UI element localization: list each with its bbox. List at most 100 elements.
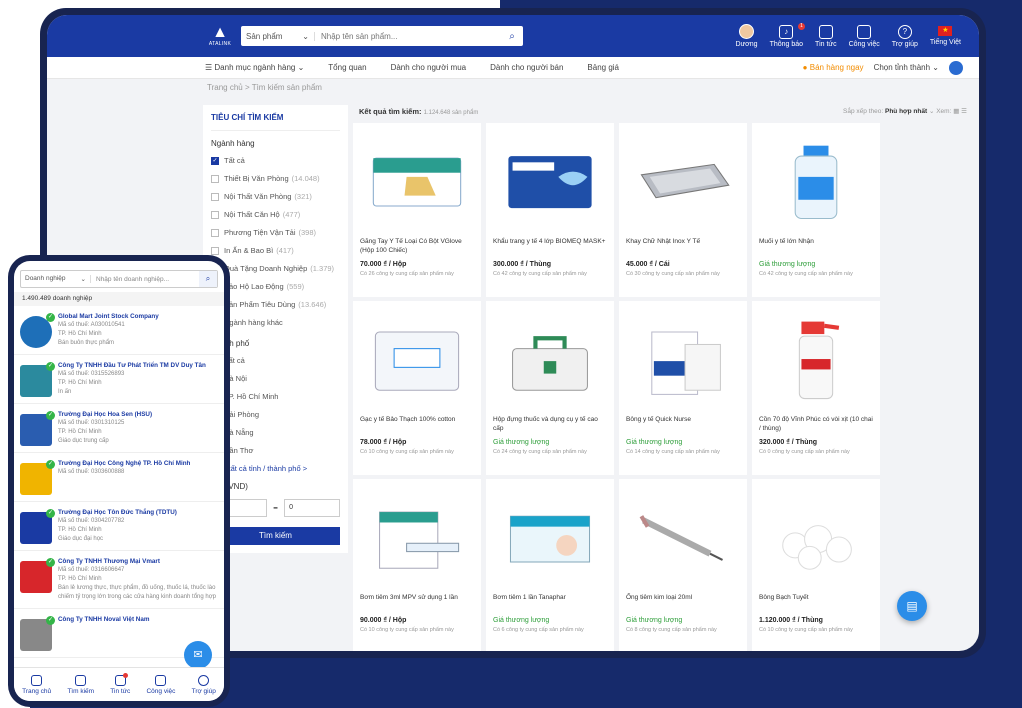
chat-fab-icon[interactable]: ✉ <box>184 641 212 669</box>
search-input[interactable] <box>315 31 501 41</box>
industry-option[interactable]: Nội Thất Văn Phòng (321) <box>211 192 340 201</box>
company-item[interactable]: ✓ Công Ty TNHH Đầu Tư Phát Triển TM DV Du… <box>14 355 224 404</box>
product-name[interactable]: Hộp đựng thuốc và dụng cụ y tế cao cấp <box>493 415 607 435</box>
product-card[interactable]: Muối y tế lớn Nhận Giá thương lượng Có 42 … <box>752 123 880 297</box>
product-card[interactable]: Cồn 70 độ Vĩnh Phúc có vòi xịt (10 chai … <box>752 301 880 475</box>
language-select[interactable]: ★ Tiếng Việt <box>930 26 961 46</box>
view-all-cities-link[interactable]: Xem tất cả tỉnh / thành phố > <box>211 464 340 473</box>
industry-option[interactable]: Quà Tặng Doanh Nghiệp (1.379) <box>211 264 340 273</box>
product-card[interactable]: Ống tiêm kim loại 20ml Giá thương lượng Có… <box>619 479 747 651</box>
nav-categories[interactable]: ☰ Danh mục ngành hàng ⌄ <box>205 63 304 72</box>
company-item[interactable]: ✓ Trường Đại Học Công Nghệ TP. Hồ Chí Min… <box>14 453 224 502</box>
product-card[interactable]: Hộp đựng thuốc và dụng cụ y tế cao cấp Gi… <box>486 301 614 475</box>
help-label: Trợ giúp <box>891 40 918 48</box>
industry-option[interactable]: Phương Tiện Vận Tải (398) <box>211 228 340 237</box>
city-option[interactable]: Hải Phòng <box>211 410 340 419</box>
product-name[interactable]: Bơm tiêm 1 lần Tanaphar <box>493 593 607 613</box>
tab-0[interactable]: Trang chủ <box>22 674 51 695</box>
product-name[interactable]: Khay Chữ Nhật Inox Y Tế <box>626 237 740 257</box>
city-select[interactable]: Chọn tỉnh thành ⌄ <box>874 63 939 72</box>
list-view-icon[interactable]: ☰ <box>961 108 967 115</box>
product-card[interactable]: Khẩu trang y tế 4 lớp BIOMEQ MASK+ 300.00… <box>486 123 614 297</box>
product-price: 90.000 ₫ / Hộp <box>360 617 407 624</box>
industry-option[interactable]: Sản Phẩm Tiêu Dùng (13.646) <box>211 300 340 309</box>
industry-option[interactable]: Nội Thất Căn Hộ (477) <box>211 210 340 219</box>
company-item[interactable]: ✓ Global Mart Joint Stock Company Mã số th… <box>14 306 224 355</box>
product-card[interactable]: Bông Bạch Tuyết 1.120.000 ₫ / Thùng Có 10 … <box>752 479 880 651</box>
industry-all[interactable]: ✓ Tất cả <box>211 156 340 165</box>
product-name[interactable]: Cồn 70 độ Vĩnh Phúc có vòi xịt (10 chai … <box>759 415 873 435</box>
tab-4[interactable]: Trợ giúp <box>192 674 216 695</box>
product-name[interactable]: Găng Tay Y Tế Loại Có Bột VGlove (Hộp 10… <box>360 237 474 257</box>
top-header: ▲ ATALINK Sản phẩm ⌄ ⌕ Dương ♪ 1 Thông báo … <box>47 15 979 57</box>
results-label: Kết quả tìm kiếm: <box>359 107 422 116</box>
globe-icon[interactable] <box>949 60 963 75</box>
city-option[interactable]: Hà Nội <box>211 374 340 383</box>
company-item[interactable]: ✓ Công Ty TNHH Thương Mại Vmart Mã số thuế… <box>14 551 224 609</box>
search-category-select[interactable]: Sản phẩm ⌄ <box>241 31 315 41</box>
product-card[interactable]: Bơm tiêm 3ml MPV sử dụng 1 lần 90.000 ₫ /… <box>353 479 481 651</box>
city-option[interactable]: Tất cả <box>211 356 340 365</box>
company-name[interactable]: Công Ty TNHH Đầu Tư Phát Triển TM DV Duy… <box>58 361 206 370</box>
product-name[interactable]: Bông Bạch Tuyết <box>759 593 873 613</box>
user-menu[interactable]: Dương <box>735 24 758 48</box>
sell-now-link[interactable]: ● Bán hàng ngay <box>803 63 864 72</box>
company-name[interactable]: Trường Đại Học Công Nghệ TP. Hồ Chí Minh <box>58 459 190 468</box>
notifications-button[interactable]: ♪ 1 Thông báo <box>770 22 806 48</box>
city-option[interactable]: TP. Hồ Chí Minh <box>211 392 340 401</box>
industry-other[interactable]: Ngành hàng khác <box>211 318 340 327</box>
cotton-balls-icon <box>759 485 873 587</box>
company-name[interactable]: Trường Đại Học Tôn Đức Thắng (TDTU) <box>58 508 177 517</box>
product-card[interactable]: Bơm tiêm 1 lần Tanaphar Giá thương lượng C… <box>486 479 614 651</box>
price-to-input[interactable]: 0 <box>284 499 340 517</box>
search-icon[interactable]: ⌕ <box>199 271 217 287</box>
product-name[interactable]: Gạc y tế Bảo Thạch 100% cotton <box>360 415 474 435</box>
city-option[interactable]: Đà Nẵng <box>211 428 340 437</box>
search-icon[interactable]: ⌕ <box>501 31 523 42</box>
industry-option[interactable]: Bảo Hộ Lao Động (559) <box>211 282 340 291</box>
tab-1[interactable]: Tìm kiếm <box>67 674 94 695</box>
sort-control[interactable]: Sắp xếp theo: Phù hợp nhất ⌄ Xem: ▦ ☰ <box>843 107 967 115</box>
nav-overview[interactable]: Tổng quan <box>328 63 366 72</box>
sort-label: Sắp xếp theo: <box>843 108 884 115</box>
search-button[interactable]: Tìm kiếm <box>211 527 340 545</box>
product-card[interactable]: Khay Chữ Nhật Inox Y Tế 45.000 ₫ / Cái Có … <box>619 123 747 297</box>
product-name[interactable]: Muối y tế lớn Nhận <box>759 237 873 257</box>
product-name[interactable]: Ống tiêm kim loại 20ml <box>626 593 740 613</box>
product-price: Giá thương lượng <box>493 617 550 624</box>
company-name[interactable]: Trường Đại Học Hoa Sen (HSU) <box>58 410 152 419</box>
product-name[interactable]: Khẩu trang y tế 4 lớp BIOMEQ MASK+ <box>493 237 607 257</box>
product-card[interactable]: Găng Tay Y Tế Loại Có Bột VGlove (Hộp 10… <box>353 123 481 297</box>
main-nav: ☰ Danh mục ngành hàng ⌄ Tổng quan Dành c… <box>47 57 979 79</box>
industry-count: (559) <box>286 282 305 291</box>
nav-sellers[interactable]: Dành cho người bán <box>490 63 563 72</box>
mobile-search-input[interactable]: Nhập tên doanh nghiệp... <box>91 276 199 283</box>
company-name[interactable]: Công Ty TNHH Thương Mại Vmart <box>58 557 218 566</box>
product-name[interactable]: Bơm tiêm 3ml MPV sử dụng 1 lần <box>360 593 474 613</box>
jobs-button[interactable]: Công việc <box>849 24 880 48</box>
company-item[interactable]: ✓ Trường Đại Học Hoa Sen (HSU) Mã số thuế:… <box>14 404 224 453</box>
industry-option[interactable]: In Ấn & Bao Bì (417) <box>211 246 340 255</box>
atalink-logo[interactable]: ▲ ATALINK <box>205 19 235 53</box>
news-button[interactable]: Tin tức <box>815 24 837 48</box>
grid-view-icon[interactable]: ▦ <box>953 108 959 115</box>
gauze-pack-icon <box>360 307 474 409</box>
news-icon <box>818 24 833 39</box>
industry-option[interactable]: Thiết Bị Văn Phòng (14.048) <box>211 174 340 183</box>
nav-buyers[interactable]: Dành cho người mua <box>391 63 467 72</box>
mobile-search-category[interactable]: Doanh nghiệp ⌄ <box>21 275 91 283</box>
tab-2[interactable]: Tin tức <box>110 672 130 695</box>
company-name[interactable]: Công Ty TNHH Noval Việt Nam <box>58 615 149 624</box>
company-info: Trường Đại Học Tôn Đức Thắng (TDTU) Mã số… <box>58 508 177 544</box>
product-name[interactable]: Bông y tế Quick Nurse <box>626 415 740 435</box>
city-option[interactable]: Cần Thơ <box>211 446 340 455</box>
help-button[interactable]: ? Trợ giúp <box>891 24 918 48</box>
tab-3[interactable]: Công việc <box>146 674 175 695</box>
product-card[interactable]: Gạc y tế Bảo Thạch 100% cotton 78.000 ₫ /… <box>353 301 481 475</box>
chat-fab-icon[interactable]: ▤ <box>897 591 927 621</box>
company-item[interactable]: ✓ Trường Đại Học Tôn Đức Thắng (TDTU) Mã s… <box>14 502 224 551</box>
product-card[interactable]: Bông y tế Quick Nurse Giá thương lượng Có … <box>619 301 747 475</box>
nav-pricing[interactable]: Bảng giá <box>587 63 619 72</box>
company-name[interactable]: Global Mart Joint Stock Company <box>58 312 159 321</box>
notification-badge: 1 <box>798 22 806 30</box>
